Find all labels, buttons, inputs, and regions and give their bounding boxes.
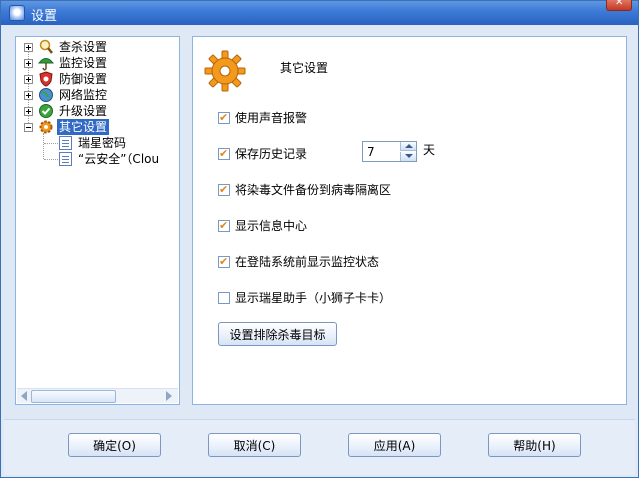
- globe-icon: [38, 87, 54, 103]
- checkbox[interactable]: [218, 146, 230, 162]
- history-unit: 天: [423, 143, 436, 157]
- option-label: 显示瑞星助手（小狮子卡卡）: [235, 291, 392, 305]
- checkbox[interactable]: [218, 254, 230, 270]
- title-bar[interactable]: 设置: [1, 0, 638, 25]
- tree-item-label: 瑞星密码: [78, 136, 127, 150]
- tree-item-cloud-security[interactable]: “云安全”（Clou: [16, 151, 179, 167]
- expand-icon[interactable]: [24, 107, 33, 116]
- option-label: 将染毒文件备份到病毒隔离区: [235, 183, 392, 197]
- close-button[interactable]: [606, 0, 632, 11]
- tree-item-defense-settings[interactable]: 防御设置: [16, 71, 179, 87]
- checkbox[interactable]: [218, 292, 230, 304]
- tree-item-upgrade-settings[interactable]: 升级设置: [16, 103, 179, 119]
- option-label: 显示信息中心: [235, 219, 308, 233]
- option-label: 保存历史记录: [235, 147, 308, 161]
- tree-item-label: 防御设置: [59, 72, 108, 86]
- spin-down-icon[interactable]: [400, 152, 416, 161]
- tree-item-label: 网络监控: [59, 88, 108, 102]
- tree-item-label: “云安全”（Clou: [78, 152, 160, 166]
- history-days-stepper[interactable]: [362, 141, 417, 162]
- upgrade-check-icon: [38, 103, 54, 119]
- gear-icon: [38, 119, 54, 135]
- settings-window: 设置 查杀设置 监控设置: [0, 0, 639, 478]
- scroll-right-arrow-icon[interactable]: [166, 391, 172, 401]
- gear-icon: [203, 49, 247, 93]
- document-icon: [59, 136, 72, 150]
- tree-item-other-settings[interactable]: 其它设置: [16, 119, 179, 135]
- collapse-icon[interactable]: [24, 123, 33, 132]
- checkbox[interactable]: [218, 110, 230, 126]
- tree-item-monitor-settings[interactable]: 监控设置: [16, 55, 179, 71]
- option-label: 在登陆系统前显示监控状态: [235, 255, 380, 269]
- history-days-input[interactable]: [363, 142, 400, 161]
- tree-item-label: 查杀设置: [59, 40, 108, 54]
- checkbox[interactable]: [218, 218, 230, 234]
- expand-icon[interactable]: [24, 59, 33, 68]
- apply-button[interactable]: 应用(A): [348, 433, 441, 457]
- tree-item-rising-password[interactable]: 瑞星密码: [16, 135, 179, 151]
- checkbox[interactable]: [218, 182, 230, 198]
- document-icon: [59, 152, 72, 166]
- scroll-left-arrow-icon[interactable]: [21, 391, 27, 401]
- ok-button[interactable]: 确定(O): [68, 433, 161, 457]
- tree-item-label: 监控设置: [59, 56, 108, 70]
- section-heading: 其它设置: [280, 61, 329, 75]
- help-button[interactable]: 帮助(H): [488, 433, 581, 457]
- tree-item-scan-settings[interactable]: 查杀设置: [16, 39, 179, 55]
- settings-tree: 查杀设置 监控设置 防御设置 网络监控 升级设置 其它设置 瑞星密码 “云安全”…: [15, 36, 180, 405]
- tree-item-label: 其它设置: [57, 119, 110, 135]
- app-icon: [9, 5, 25, 21]
- tree-horizontal-scrollbar[interactable]: [17, 388, 178, 403]
- magnifier-icon: [38, 39, 54, 55]
- expand-icon[interactable]: [24, 43, 33, 52]
- window-title: 设置: [31, 9, 58, 24]
- tree-item-network-monitor[interactable]: 网络监控: [16, 87, 179, 103]
- scroll-thumb[interactable]: [31, 390, 116, 403]
- expand-icon[interactable]: [24, 91, 33, 100]
- tree-item-label: 升级设置: [59, 104, 108, 118]
- shield-icon: [38, 71, 54, 87]
- cancel-button[interactable]: 取消(C): [208, 433, 301, 457]
- exclude-targets-button[interactable]: 设置排除杀毒目标: [218, 322, 337, 346]
- spin-up-icon[interactable]: [400, 142, 416, 151]
- expand-icon[interactable]: [24, 75, 33, 84]
- option-label: 使用声音报警: [235, 111, 308, 125]
- umbrella-icon: [37, 55, 55, 71]
- settings-content-panel: 其它设置 使用声音报警 保存历史记录 天 将染毒文件备份到病毒隔离区 显示信息中…: [192, 36, 627, 405]
